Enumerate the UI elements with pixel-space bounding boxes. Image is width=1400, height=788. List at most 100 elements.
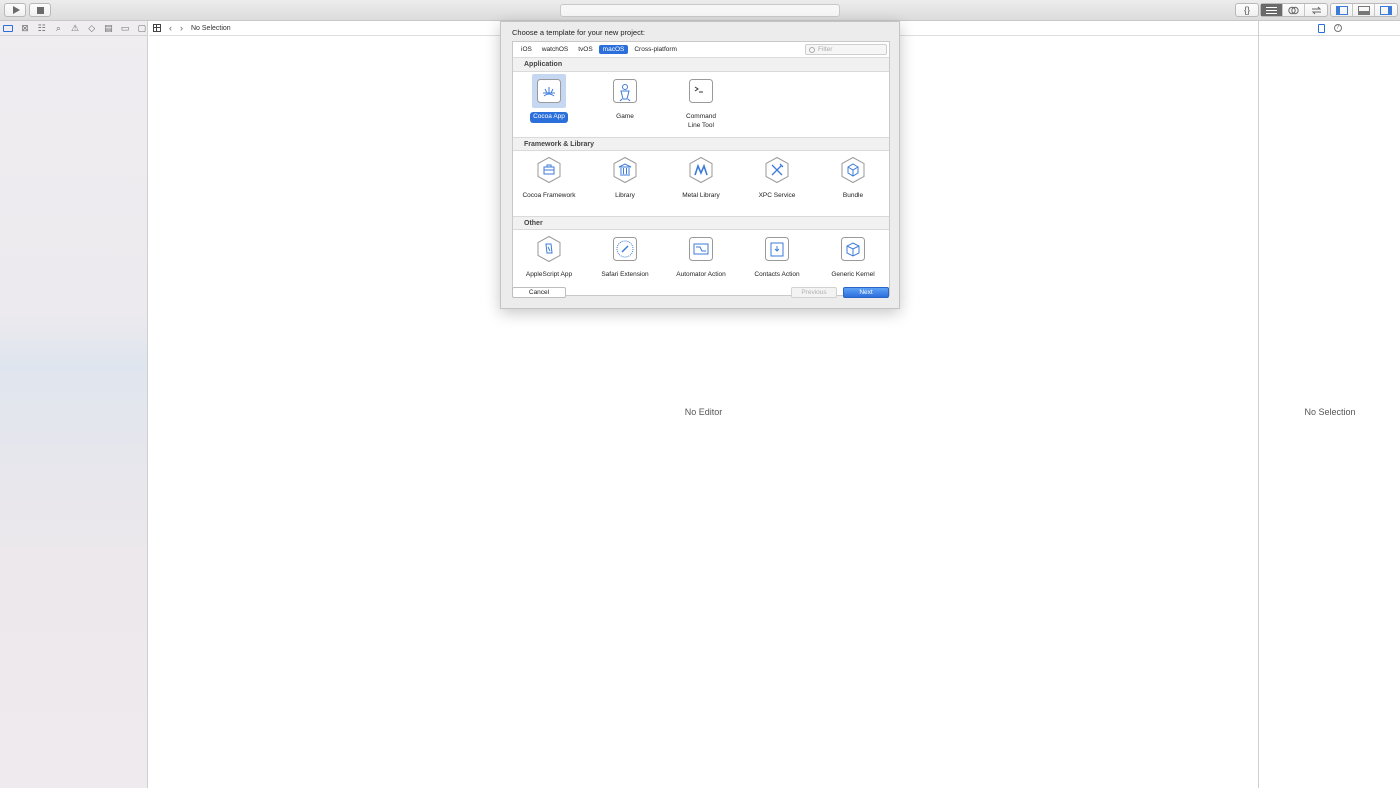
diamond-icon: ◇ (88, 22, 96, 33)
arrows-icon (1311, 6, 1321, 14)
next-button[interactable]: Next (843, 287, 889, 298)
template-cocoa-app[interactable]: Cocoa App (514, 74, 584, 123)
template-generic-kernel[interactable]: Generic Kernel (818, 232, 888, 281)
sheet-title: Choose a template for your new project: (512, 28, 645, 37)
template-label: Safari Extension (601, 271, 649, 278)
quick-help-icon[interactable]: ? (1333, 24, 1342, 32)
no-selection-label: No Selection (1304, 407, 1356, 417)
breakpoint-navigator-tab[interactable]: ▭ (120, 23, 131, 33)
editor-layout-control (1260, 3, 1328, 17)
toggle-inspector-button[interactable] (1375, 4, 1397, 16)
jump-bar-selection[interactable]: No Selection (191, 25, 231, 32)
version-editor-button[interactable] (1305, 4, 1327, 16)
venn-icon (1288, 6, 1299, 14)
stop-icon (36, 6, 44, 14)
template-metal-library[interactable]: Metal Library (666, 153, 736, 202)
section-header: Application (513, 58, 889, 72)
template-library[interactable]: Library (590, 153, 660, 202)
run-button[interactable] (4, 3, 26, 17)
inspector-panel: ? No Selection (1258, 21, 1400, 788)
platform-tab-watchos[interactable]: watchOS (538, 45, 572, 54)
left-pane-icon (1335, 5, 1348, 15)
template-automator-action[interactable]: Automator Action (666, 232, 736, 281)
template-label: Bundle (842, 192, 864, 199)
template-safari-extension[interactable]: Safari Extension (590, 232, 660, 281)
related-items-icon[interactable] (153, 24, 161, 32)
automator-icon (684, 232, 718, 266)
stop-button[interactable] (29, 3, 51, 17)
platform-tab-tvos[interactable]: tvOS (574, 45, 596, 54)
template-sections: Application Cocoa App Game Command Line Too… (513, 58, 889, 278)
game-icon (608, 74, 642, 108)
filter-placeholder: Filter (818, 46, 833, 53)
terminal-icon (684, 74, 718, 108)
template-label: Command Line Tool (686, 113, 716, 129)
template-bundle[interactable]: Bundle (818, 153, 888, 202)
metal-icon (684, 153, 718, 187)
template-row: Cocoa App Game Command Line Tool (513, 72, 889, 137)
window-toolbar: {} (0, 0, 1400, 21)
kernel-cube-icon (836, 232, 870, 266)
compass-icon (608, 232, 642, 266)
template-contacts-action[interactable]: Contacts Action (742, 232, 812, 281)
navigator-panel: ⊠ ☷ ⌕ ⚠ ◇ ▤ ▭ ▢ (0, 21, 148, 788)
navigator-selector-bar: ⊠ ☷ ⌕ ⚠ ◇ ▤ ▭ ▢ (0, 21, 147, 36)
source-control-navigator-tab[interactable]: ⊠ (20, 23, 31, 33)
template-row: AppleScript App Safari Extension Automator… (513, 230, 889, 278)
editor-mode-control: {} (1235, 3, 1259, 17)
template-xpc-service[interactable]: XPC Service (742, 153, 812, 202)
report-navigator-tab[interactable]: ▢ (136, 23, 147, 33)
section-header: Other (513, 216, 889, 230)
code-review-button[interactable]: {} (1236, 4, 1258, 16)
find-navigator-tab[interactable]: ⌕ (53, 23, 64, 33)
right-pane-icon (1380, 5, 1392, 15)
tools-icon (760, 153, 794, 187)
filter-field[interactable]: Filter (805, 44, 887, 55)
new-project-sheet: Choose a template for your new project: … (500, 21, 900, 309)
platform-tab-ios[interactable]: iOS (517, 45, 536, 54)
script-icon (532, 232, 566, 266)
braces-icon: {} (1243, 5, 1250, 15)
chevron-right-icon[interactable]: › (180, 23, 183, 33)
assistant-editor-button[interactable] (1283, 4, 1305, 16)
template-label: Automator Action (676, 271, 726, 278)
issue-navigator-tab[interactable]: ⚠ (70, 23, 81, 33)
search-icon: ⌕ (55, 22, 61, 33)
source-control-icon: ⊠ (21, 22, 29, 33)
warning-icon: ⚠ (70, 22, 80, 33)
play-icon (12, 6, 20, 14)
cancel-button[interactable]: Cancel (512, 287, 566, 298)
template-cocoa-framework[interactable]: Cocoa Framework (514, 153, 584, 202)
template-label: Metal Library (682, 192, 720, 199)
lines-icon (1266, 6, 1277, 14)
template-label: AppleScript App (525, 271, 573, 278)
toggle-debug-button[interactable] (1353, 4, 1375, 16)
template-applescript-app[interactable]: AppleScript App (514, 232, 584, 281)
standard-editor-button[interactable] (1261, 4, 1283, 16)
toggle-navigator-button[interactable] (1331, 4, 1353, 16)
bottom-pane-icon (1357, 5, 1370, 15)
template-label: Library (615, 192, 635, 199)
template-command-line-tool[interactable]: Command Line Tool (666, 74, 736, 131)
folder-icon (3, 24, 14, 32)
chevron-left-icon[interactable]: ‹ (169, 23, 172, 33)
no-editor-label: No Editor (684, 407, 723, 417)
breakpoint-icon: ▭ (120, 22, 130, 33)
platform-tab-macos[interactable]: macOS (598, 45, 629, 54)
symbol-navigator-tab[interactable]: ☷ (36, 23, 47, 33)
template-row: Cocoa Framework Library Metal Library XPC S… (513, 151, 889, 216)
project-navigator-tab[interactable] (3, 23, 14, 33)
template-label: Generic Kernel (831, 271, 875, 278)
platform-tab-cross-platform[interactable]: Cross-platform (630, 45, 681, 54)
debug-navigator-tab[interactable]: ▤ (103, 23, 114, 33)
file-inspector-icon[interactable] (1317, 23, 1325, 33)
section-header: Framework & Library (513, 137, 889, 151)
hierarchy-icon: ☷ (37, 22, 46, 33)
activity-viewer (560, 4, 840, 17)
test-navigator-tab[interactable]: ◇ (86, 23, 97, 33)
speech-bubble-icon: ▢ (137, 22, 146, 33)
template-game[interactable]: Game (590, 74, 660, 123)
cube-icon (836, 153, 870, 187)
previous-button[interactable]: Previous (791, 287, 837, 298)
template-label: XPC Service (758, 192, 796, 199)
